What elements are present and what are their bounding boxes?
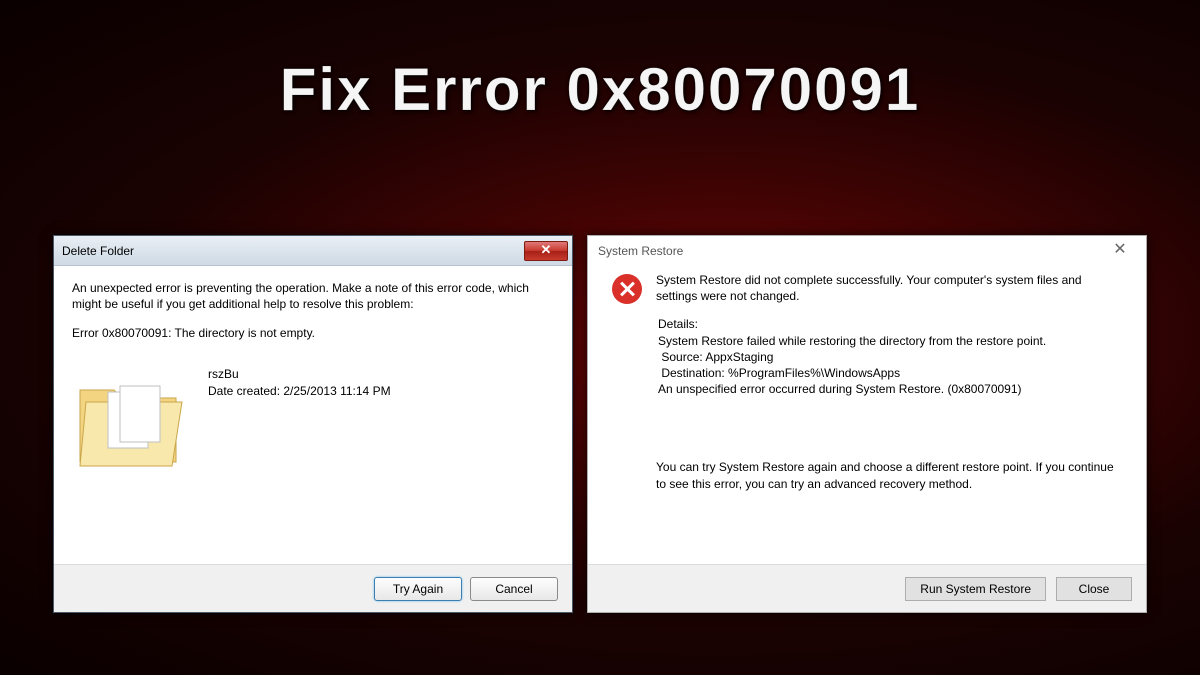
close-button[interactable]: ✕ <box>1100 239 1140 263</box>
try-again-button[interactable]: Try Again <box>374 577 462 601</box>
file-date: Date created: 2/25/2013 11:14 PM <box>208 383 391 400</box>
dialog-body: An unexpected error is preventing the op… <box>54 266 572 564</box>
delete-folder-dialog: Delete Folder ✕ An unexpected error is p… <box>53 235 573 613</box>
file-name: rszBu <box>208 366 391 383</box>
file-info: rszBu Date created: 2/25/2013 11:14 PM <box>208 362 391 400</box>
error-intro-text: An unexpected error is preventing the op… <box>72 280 554 312</box>
titlebar: System Restore ✕ <box>588 236 1146 266</box>
detail-line: System Restore failed while restoring th… <box>656 333 1122 349</box>
error-code-text: Error 0x80070091: The directory is not e… <box>72 326 554 340</box>
dialog-footer: Run System Restore Close <box>588 564 1146 612</box>
run-system-restore-button[interactable]: Run System Restore <box>905 577 1046 601</box>
cancel-button[interactable]: Cancel <box>470 577 558 601</box>
error-icon <box>612 274 642 304</box>
retry-message: You can try System Restore again and cho… <box>656 459 1122 491</box>
details-label: Details: <box>656 316 1122 332</box>
dialog-footer: Try Again Cancel <box>54 564 572 612</box>
detail-destination: Destination: %ProgramFiles%\WindowsApps <box>656 365 1122 381</box>
details-block: Details: System Restore failed while res… <box>656 316 1122 397</box>
dialog-body: System Restore did not complete successf… <box>588 266 1146 564</box>
titlebar: Delete Folder ✕ <box>54 236 572 266</box>
error-main-text: System Restore did not complete successf… <box>656 272 1122 304</box>
close-button[interactable]: Close <box>1056 577 1132 601</box>
page-heading: Fix Error 0x80070091 <box>0 55 1200 124</box>
folder-icon <box>72 362 192 482</box>
dialog-title: System Restore <box>598 244 1100 258</box>
file-row: rszBu Date created: 2/25/2013 11:14 PM <box>72 362 554 482</box>
dialog-title: Delete Folder <box>62 244 524 258</box>
detail-error: An unspecified error occurred during Sys… <box>656 381 1122 397</box>
close-button[interactable]: ✕ <box>524 241 568 261</box>
system-restore-dialog: System Restore ✕ System Restore did not … <box>587 235 1147 613</box>
detail-source: Source: AppxStaging <box>656 349 1122 365</box>
